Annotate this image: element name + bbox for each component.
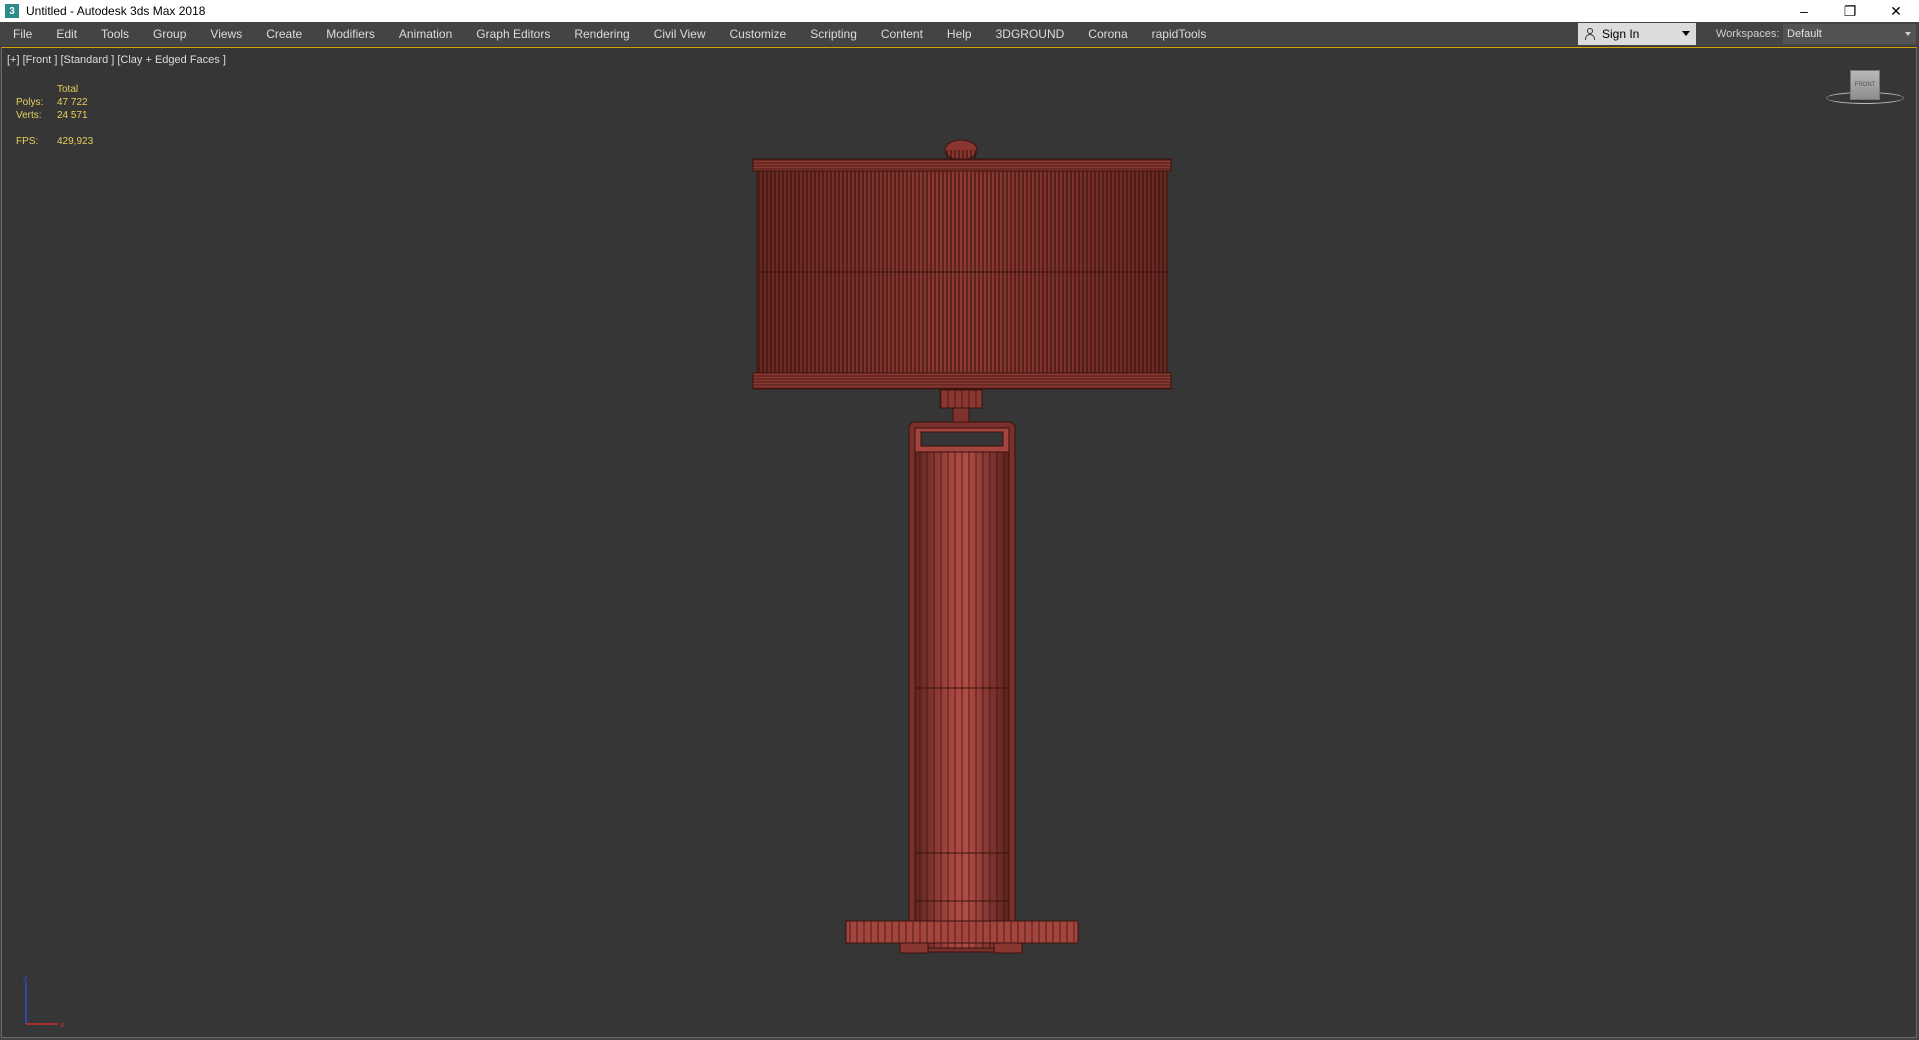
- workspace-dropdown[interactable]: Default: [1783, 24, 1916, 44]
- chevron-down-icon[interactable]: [1682, 31, 1690, 36]
- verts-value: 24 571: [57, 110, 88, 121]
- svg-text:z: z: [23, 974, 27, 983]
- minimize-button[interactable]: –: [1781, 0, 1827, 22]
- close-button[interactable]: ✕: [1873, 0, 1919, 22]
- menu-civil-view[interactable]: Civil View: [642, 22, 718, 46]
- svg-text:x: x: [60, 1020, 65, 1029]
- front-viewport[interactable]: [+] [Front ] [Standard ] [Clay + Edged F…: [1, 47, 1917, 1038]
- title-bar: 3 Untitled - Autodesk 3ds Max 2018 – ❐ ✕: [0, 0, 1919, 22]
- menu-animation[interactable]: Animation: [387, 22, 464, 46]
- sign-in-button[interactable]: Sign In: [1578, 23, 1696, 45]
- menu-tools[interactable]: Tools: [89, 22, 141, 46]
- fps-label: FPS:: [16, 136, 39, 147]
- axis-tripod-icon: z x: [23, 974, 65, 1029]
- window-controls: – ❐ ✕: [1781, 0, 1919, 22]
- restore-button[interactable]: ❐: [1827, 0, 1873, 22]
- menu-content[interactable]: Content: [869, 22, 935, 46]
- fps-value: 429,923: [57, 136, 94, 147]
- chevron-down-icon: [1905, 32, 1911, 36]
- sign-in-label: Sign In: [1602, 27, 1640, 41]
- app-icon: 3: [5, 4, 19, 18]
- user-icon: [1584, 28, 1596, 40]
- menu-corona[interactable]: Corona: [1076, 22, 1139, 46]
- menu-customize[interactable]: Customize: [718, 22, 799, 46]
- workspace-value: Default: [1787, 28, 1822, 40]
- menu-rapidtools[interactable]: rapidTools: [1140, 22, 1219, 46]
- viewport-label[interactable]: [+] [Front ] [Standard ] [Clay + Edged F…: [7, 54, 226, 66]
- menu-scripting[interactable]: Scripting: [798, 22, 869, 46]
- menu-create[interactable]: Create: [254, 22, 314, 46]
- lamp-model[interactable]: [2, 48, 1918, 1039]
- polys-value: 47 722: [57, 97, 88, 108]
- menu-file[interactable]: File: [0, 22, 44, 46]
- menu-views[interactable]: Views: [198, 22, 254, 46]
- polys-label: Polys:: [16, 97, 44, 108]
- menu-rendering[interactable]: Rendering: [562, 22, 641, 46]
- verts-label: Verts:: [16, 110, 42, 121]
- stats-header: Total: [57, 84, 79, 95]
- viewcube[interactable]: FRONT: [1820, 70, 1910, 110]
- menu-modifiers[interactable]: Modifiers: [314, 22, 387, 46]
- menu-help[interactable]: Help: [935, 22, 984, 46]
- viewcube-front-face[interactable]: FRONT: [1850, 70, 1880, 100]
- menu-edit[interactable]: Edit: [44, 22, 89, 46]
- menu-group[interactable]: Group: [141, 22, 198, 46]
- menu-graph-editors[interactable]: Graph Editors: [464, 22, 562, 46]
- menu-bar: File Edit Tools Group Views Create Modif…: [0, 22, 1919, 47]
- workspaces-label: Workspaces:: [1716, 28, 1780, 40]
- window-title: Untitled - Autodesk 3ds Max 2018: [26, 4, 206, 18]
- menu-3dground[interactable]: 3DGROUND: [984, 22, 1077, 46]
